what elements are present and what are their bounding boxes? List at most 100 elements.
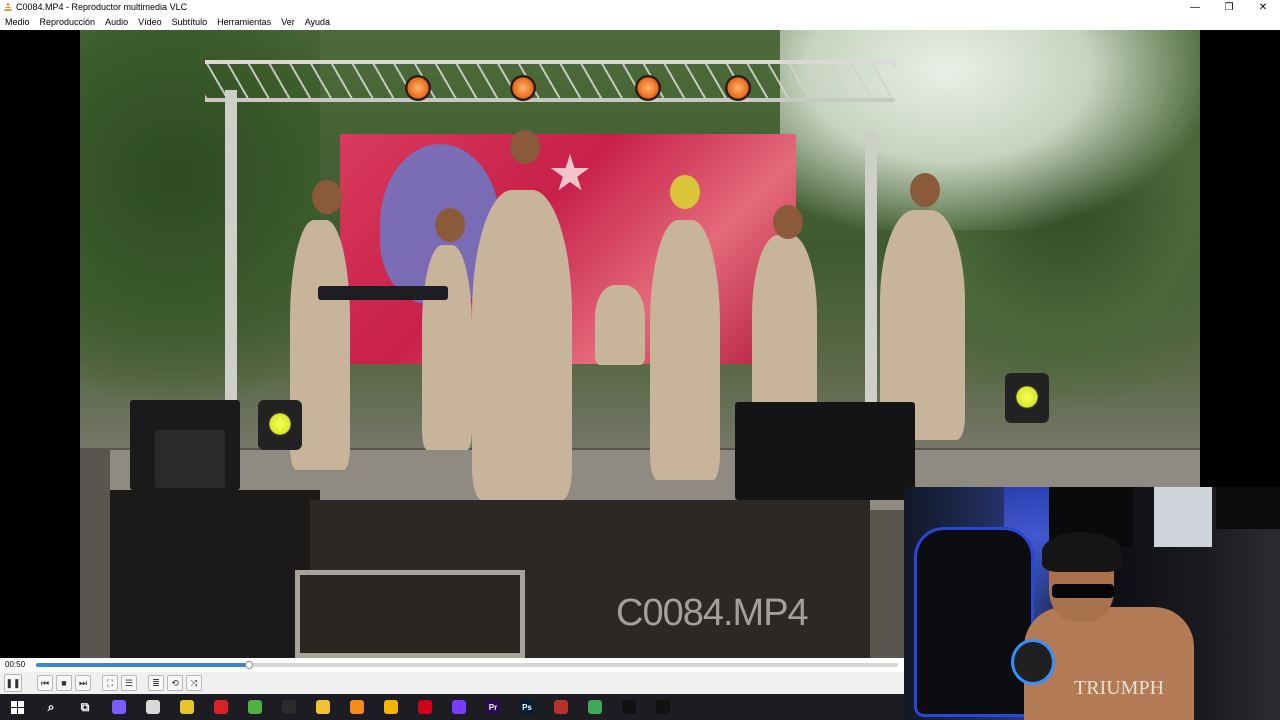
- performer-head: [773, 205, 803, 239]
- taskbar-app[interactable]: [408, 694, 442, 720]
- female-singer: [650, 220, 720, 480]
- capcut-red-icon: [214, 700, 228, 714]
- window-title: C0084.MP4 - Reproductor multimedia VLC: [16, 2, 188, 12]
- video-watermark: C0084.MP4: [616, 592, 809, 634]
- seek-bar[interactable]: [36, 661, 898, 669]
- extended-settings-button[interactable]: ☰: [121, 675, 137, 691]
- taskbar-app[interactable]: [340, 694, 374, 720]
- seek-progress: [36, 663, 249, 667]
- seek-handle[interactable]: [244, 661, 253, 669]
- menu-subtitulo[interactable]: Subtítulo: [167, 14, 213, 30]
- taskbar-app[interactable]: [170, 694, 204, 720]
- background-screen: [1216, 487, 1280, 529]
- taskbar-app[interactable]: [306, 694, 340, 720]
- taskbar-app[interactable]: [544, 694, 578, 720]
- menu-reproduccion[interactable]: Reproducción: [35, 14, 101, 30]
- app-green-icon: [248, 700, 262, 714]
- stage-light: [635, 75, 661, 101]
- amp: [155, 430, 225, 488]
- performer-head: [312, 180, 342, 214]
- performer-head: [910, 173, 940, 207]
- app-purple-icon: [452, 700, 466, 714]
- stage-spotlight-right: [1005, 373, 1049, 423]
- pause-button[interactable]: ❚❚: [4, 674, 22, 692]
- taskbar-app[interactable]: Ps: [510, 694, 544, 720]
- menu-ver[interactable]: Ver: [276, 14, 300, 30]
- microphone: [1014, 642, 1052, 682]
- files-icon: [146, 700, 160, 714]
- taskbar-app[interactable]: [136, 694, 170, 720]
- loop-button[interactable]: ⟲: [167, 675, 183, 691]
- taskbar-app[interactable]: [102, 694, 136, 720]
- windows-taskbar: ⌕ ⧉ Pr Ps: [0, 694, 904, 720]
- sunglasses: [1052, 584, 1114, 598]
- taskbar-app[interactable]: [374, 694, 408, 720]
- menu-video[interactable]: Vídeo: [133, 14, 167, 30]
- menu-audio[interactable]: Audio: [100, 14, 133, 30]
- fullscreen-button[interactable]: ⛶: [102, 675, 118, 691]
- truss-post-left: [225, 90, 237, 450]
- close-button[interactable]: ✕: [1246, 0, 1280, 14]
- chrome-icon: [384, 700, 398, 714]
- seek-row: 00:50: [0, 658, 904, 672]
- vlc-cone-icon: [4, 2, 12, 11]
- drummer: [595, 285, 645, 365]
- background-panel: [1154, 487, 1212, 547]
- file-explorer-icon: [316, 700, 330, 714]
- taskbar-app[interactable]: [578, 694, 612, 720]
- restore-button[interactable]: ❐: [1212, 0, 1246, 14]
- previous-button[interactable]: ⏮: [37, 675, 53, 691]
- menu-bar: Medio Reproducción Audio Vídeo Subtítulo…: [0, 14, 1280, 30]
- obs-icon: [282, 700, 296, 714]
- taskbar-app[interactable]: [442, 694, 476, 720]
- stage-light: [510, 75, 536, 101]
- app-image-icon: [554, 700, 568, 714]
- next-button[interactable]: ⏭: [75, 675, 91, 691]
- taskbar-app[interactable]: ⌕: [34, 694, 68, 720]
- stage-truss: [205, 60, 895, 102]
- stage-light: [725, 75, 751, 101]
- bass-player: [422, 245, 472, 450]
- task-view-icon: ⧉: [78, 700, 92, 714]
- menu-ayuda[interactable]: Ayuda: [300, 14, 335, 30]
- banner-star: [550, 154, 590, 191]
- start-button[interactable]: [0, 694, 34, 720]
- playlist-button[interactable]: ≣: [148, 675, 164, 691]
- copilot-icon: [112, 700, 126, 714]
- opera-icon: [418, 700, 432, 714]
- random-button[interactable]: ⤨: [186, 675, 202, 691]
- minimize-button[interactable]: —: [1178, 0, 1212, 14]
- taskbar-app[interactable]: [272, 694, 306, 720]
- playback-controls: ❚❚ ⏮ ■ ⏭ ⛶ ☰ ≣ ⟲ ⤨: [0, 672, 904, 694]
- stage-spotlight-left: [258, 400, 302, 450]
- truss-post-right: [865, 130, 877, 430]
- search-icon: ⌕: [44, 700, 58, 714]
- taskbar-app[interactable]: [646, 694, 680, 720]
- menu-medio[interactable]: Medio: [0, 14, 35, 30]
- stage-skirt: [110, 490, 320, 658]
- performer-head: [435, 208, 465, 242]
- premiere-icon: Pr: [486, 700, 500, 714]
- app-layers-icon: [588, 700, 602, 714]
- monitor-speaker: [735, 402, 915, 500]
- webcam-overlay: TRIUMPH: [904, 487, 1280, 720]
- taskbar-app[interactable]: ⧉: [68, 694, 102, 720]
- gaming-chair: [914, 527, 1034, 717]
- stop-button[interactable]: ■: [56, 675, 72, 691]
- taskbar-app[interactable]: [238, 694, 272, 720]
- title-bar: C0084.MP4 - Reproductor multimedia VLC —…: [0, 0, 1280, 14]
- vlc-icon: [350, 700, 364, 714]
- streamer-hair: [1042, 532, 1122, 572]
- taskbar-app[interactable]: [612, 694, 646, 720]
- keyboard: [318, 286, 448, 300]
- lead-singer: [472, 190, 572, 500]
- taskbar-app[interactable]: [204, 694, 238, 720]
- window-controls: — ❐ ✕: [1178, 0, 1280, 14]
- stage-light: [405, 75, 431, 101]
- performer-head: [670, 175, 700, 209]
- taskbar-app[interactable]: Pr: [476, 694, 510, 720]
- app-yellow-icon: [180, 700, 194, 714]
- menu-herramientas[interactable]: Herramientas: [212, 14, 276, 30]
- photoshop-icon: Ps: [520, 700, 534, 714]
- shirt-text: TRIUMPH: [1074, 677, 1165, 699]
